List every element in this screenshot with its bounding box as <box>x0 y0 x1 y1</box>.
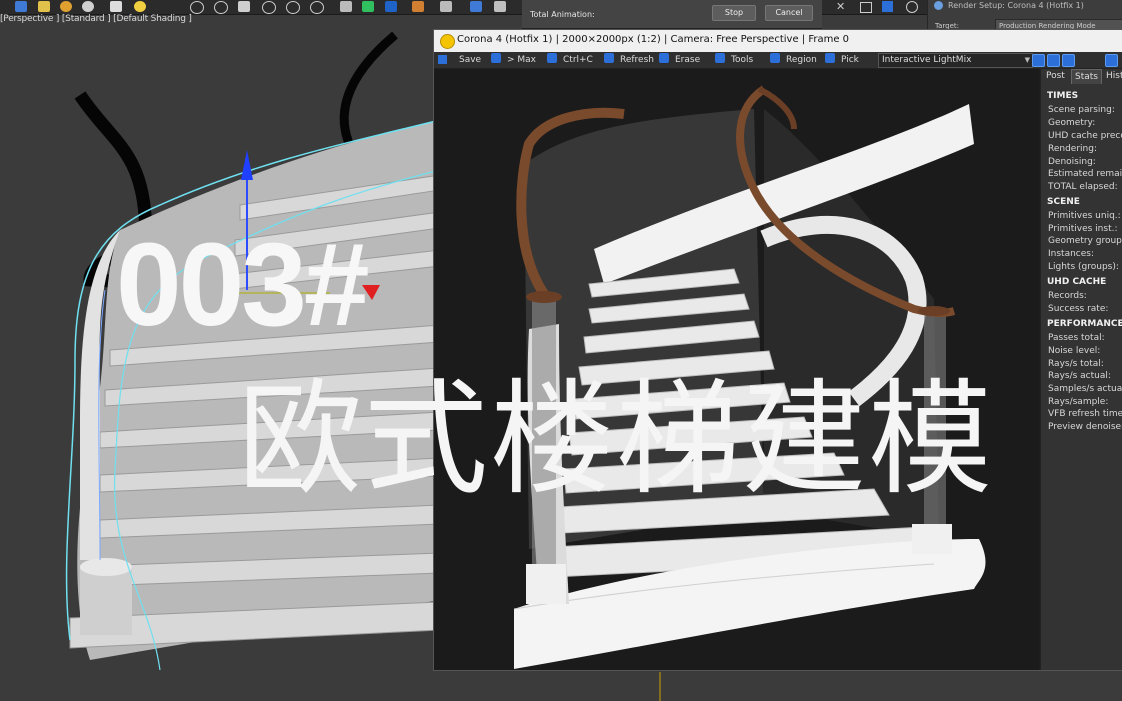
region-button[interactable]: Region <box>770 53 817 67</box>
vfb-titlebar[interactable]: Corona 4 (Hotfix 1) | 2000×2000px (1:2) … <box>434 30 1122 52</box>
pick-button[interactable]: Pick <box>825 53 859 67</box>
zoom-in-icon[interactable] <box>1032 54 1045 67</box>
right-panel-icons: ✕ <box>830 0 927 14</box>
scene-heading: SCENE <box>1047 197 1080 207</box>
stat-row: Rendering: <box>1048 144 1097 154</box>
stat-row: Denoising: <box>1048 157 1096 167</box>
clock-icon[interactable] <box>906 1 918 13</box>
folder-icon[interactable] <box>38 1 50 12</box>
stat-row: Estimated remain <box>1048 169 1122 179</box>
max-label: > Max <box>507 55 537 65</box>
stat-row: Scene parsing: <box>1048 105 1115 115</box>
times-heading: TIMES <box>1047 91 1079 101</box>
sun-icon[interactable] <box>134 1 146 12</box>
stat-row: VFB refresh time: <box>1048 409 1122 419</box>
animation-progress-dialog: Total Animation: Stop Cancel <box>522 0 822 29</box>
stat-row: Instances: <box>1048 249 1095 259</box>
stat-row: UHD cache preco <box>1048 131 1122 141</box>
zoom-fit-icon[interactable] <box>1062 54 1075 67</box>
clipboard-icon <box>547 53 557 63</box>
reflect-icon[interactable] <box>286 1 300 14</box>
paint-icon[interactable] <box>412 1 424 12</box>
stat-row: TOTAL elapsed: <box>1048 182 1118 192</box>
lightmix-dropdown[interactable]: Interactive LightMix ▼ <box>878 53 1033 68</box>
stat-row: Rays/s actual: <box>1048 371 1111 381</box>
erase-icon <box>659 53 669 63</box>
select-icon[interactable] <box>15 1 27 12</box>
stats-tabs: Post Stats Hist <box>1041 69 1122 84</box>
refresh-button[interactable]: Refresh <box>604 53 654 67</box>
rotate-icon[interactable] <box>190 1 204 14</box>
stats-panel: Post Stats Hist TIMES Scene parsing: Geo… <box>1040 69 1122 670</box>
stat-row: Lights (groups): <box>1048 262 1119 272</box>
arrow-down-icon[interactable] <box>362 1 374 12</box>
stat-row: Noise level: <box>1048 346 1101 356</box>
tab-hist[interactable]: Hist <box>1103 69 1122 83</box>
region-icon <box>770 53 780 63</box>
scene-icon[interactable] <box>470 1 482 12</box>
refresh-label: Refresh <box>620 55 654 65</box>
light-icon[interactable] <box>110 1 122 12</box>
copy-max-icon <box>491 53 501 63</box>
erase-label: Erase <box>675 55 701 65</box>
stat-row: Geometry: <box>1048 118 1096 128</box>
render-setup-title: Render Setup: Corona 4 (Hotfix 1) <box>948 1 1084 10</box>
vfb-title: Corona 4 (Hotfix 1) | 2000×2000px (1:2) … <box>457 34 850 45</box>
stat-row: Geometry groups <box>1048 236 1122 246</box>
undo-icon[interactable] <box>214 1 228 14</box>
lightmix-label: Interactive LightMix <box>882 55 972 65</box>
stop-button[interactable]: Stop <box>712 5 756 21</box>
tab-stats[interactable]: Stats <box>1071 69 1102 84</box>
chevron-down-icon: ▼ <box>1024 56 1030 64</box>
uhd-cache-heading: UHD CACHE <box>1047 277 1107 287</box>
render-setup-window: Render Setup: Corona 4 (Hotfix 1) Target… <box>927 0 1122 33</box>
stat-row: Success rate: <box>1048 304 1109 314</box>
layer-icon[interactable] <box>494 1 506 12</box>
cancel-button[interactable]: Cancel <box>765 5 813 21</box>
viewport-label[interactable]: [Perspective ] [Standard ] [Default Shad… <box>0 14 192 27</box>
grid-icon[interactable] <box>238 1 250 12</box>
tools-label: Tools <box>731 55 754 65</box>
pick-label: Pick <box>841 55 859 65</box>
refresh-icon <box>604 53 614 63</box>
performance-heading: PERFORMANCE <box>1047 319 1122 329</box>
gear-icon[interactable] <box>82 1 94 12</box>
sphere-icon[interactable] <box>60 1 72 12</box>
video-title: 欧式楼梯建模 <box>238 368 995 512</box>
total-animation-label: Total Animation: <box>530 10 595 19</box>
corona-vfb-window: Corona 4 (Hotfix 1) | 2000×2000px (1:2) … <box>433 29 1122 671</box>
stat-row: Records: <box>1048 291 1087 301</box>
save-button[interactable]: Save <box>459 53 481 67</box>
erase-button[interactable]: Erase <box>659 53 700 67</box>
episode-number: 003# <box>116 219 370 351</box>
tools-icon <box>715 53 725 63</box>
tab-post[interactable]: Post <box>1043 69 1068 83</box>
stat-row: Passes total: <box>1048 333 1105 343</box>
ue-icon[interactable] <box>385 1 397 12</box>
render-icon[interactable] <box>310 1 324 14</box>
ctrlc-label: Ctrl+C <box>563 55 593 65</box>
region-label: Region <box>786 55 817 65</box>
stat-row: Samples/s actual: <box>1048 384 1122 394</box>
close-icon[interactable]: ✕ <box>836 0 845 13</box>
window-icon[interactable] <box>860 2 872 13</box>
stat-row: Primitives inst.: <box>1048 224 1118 234</box>
stat-row: Primitives uniq.: <box>1048 211 1121 221</box>
cut-icon[interactable] <box>440 1 452 12</box>
material-icon[interactable] <box>340 1 352 12</box>
zoom-out-icon[interactable] <box>1047 54 1060 67</box>
ue-panel-icon[interactable] <box>882 1 893 12</box>
save-icon[interactable] <box>438 55 447 64</box>
ctrlc-button[interactable]: Ctrl+C <box>547 53 593 67</box>
stat-row: Rays/sample: <box>1048 397 1109 407</box>
tools-button[interactable]: Tools <box>715 53 753 67</box>
render-frame-icon[interactable] <box>262 1 276 14</box>
stat-row: Preview denoiser <box>1048 422 1122 432</box>
corona-logo-icon <box>934 1 943 10</box>
pick-icon <box>825 53 835 63</box>
corona-smiley-icon <box>440 34 455 49</box>
stat-row: Rays/s total: <box>1048 359 1104 369</box>
max-button[interactable]: > Max <box>491 53 536 67</box>
panel-toggle-icon[interactable] <box>1105 54 1118 67</box>
